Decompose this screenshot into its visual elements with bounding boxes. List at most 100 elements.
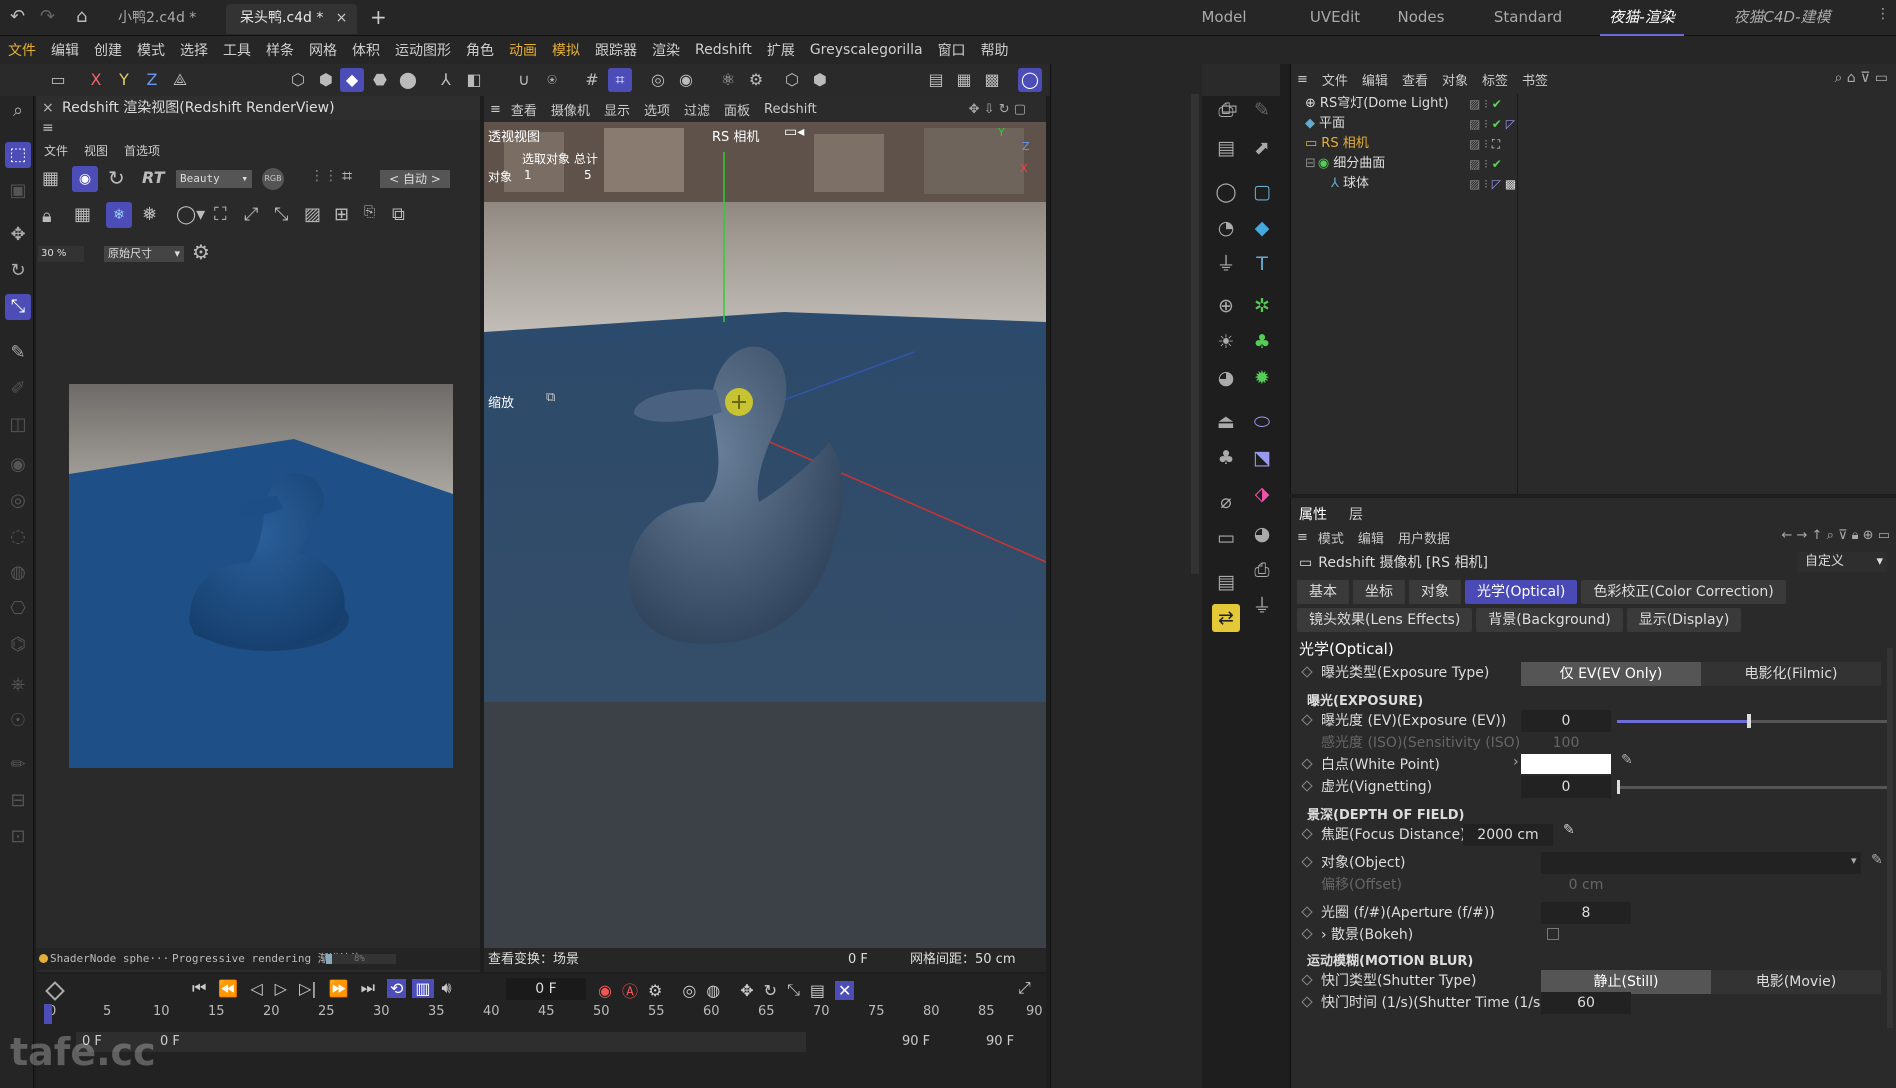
rotation-key-icon[interactable]: ◍ [706,981,720,1000]
coordinate-system-icon[interactable]: ⟁ [168,68,192,92]
om-menu-bookmarks[interactable]: 书签 [1522,70,1548,89]
search-icon[interactable]: ⌕ [5,98,31,124]
polygon-pen-icon[interactable]: ◫ [5,412,31,438]
vp-menu-redshift[interactable]: Redshift [764,102,817,117]
points-mode-icon[interactable]: ◆ [340,68,364,92]
vp-menu-filter[interactable]: 过滤 [684,100,710,119]
flags-row[interactable]: ▨ ⁝ ◸ ▩ [1469,174,1569,194]
copy-icon[interactable]: ⧉ [392,204,405,225]
animate-diamond-icon[interactable] [1301,714,1313,726]
close-icon[interactable]: × [336,4,348,32]
flags-row[interactable]: ▨ ⁝ ✔ ◸ [1469,114,1569,134]
redshift-ipr-icon[interactable]: ◯ [1018,68,1042,92]
brush-icon[interactable]: ✎ [5,340,31,366]
hamburger-icon[interactable]: ≡ [1297,72,1308,87]
om-menu-edit[interactable]: 编辑 [1362,70,1388,89]
workplane-icon[interactable]: ◎ [646,68,670,92]
uv-mode-icon[interactable]: ◧ [462,68,486,92]
layer-icon[interactable]: ⬢ [808,68,832,92]
fit-icon[interactable]: ⛶ [214,204,227,225]
menu-window[interactable]: 窗口 [938,40,966,60]
flags-row[interactable]: ▨ ⁝ ⛶ [1469,134,1569,154]
expand-icon[interactable]: ⤡ [274,204,288,225]
bend-icon[interactable]: ⬔ [1248,444,1276,472]
ptab-color-correction[interactable]: 色彩校正(Color Correction) [1581,580,1786,604]
layout-nodes[interactable]: Nodes [1380,0,1462,36]
redo-icon[interactable]: ↷ [40,6,55,27]
animate-diamond-icon[interactable] [1301,996,1313,1008]
rt-label[interactable]: RT [142,168,165,187]
expand-icon[interactable]: ⊟ [1305,156,1316,171]
grid-icon[interactable]: ⋮⋮ [310,168,338,184]
current-frame-field[interactable]: 0 F [506,978,586,1000]
bokeh-checkbox[interactable] [1547,928,1559,940]
floor-icon[interactable]: ⏏ [1212,408,1240,436]
symmetry-icon[interactable]: ⚛ [716,68,740,92]
animate-diamond-icon[interactable] [1301,928,1313,940]
smooth-icon[interactable]: ☉ [5,708,31,734]
square-icon[interactable]: ▢ [1248,178,1276,206]
vp-menu-camera[interactable]: 摄像机 [551,100,590,119]
scale-key-icon[interactable]: ⤡ [787,980,800,1000]
rs-camera-2-icon[interactable]: ⎙ [1248,556,1276,584]
lod-icon[interactable]: ⬡ [780,68,804,92]
animate-diamond-icon[interactable] [1301,906,1313,918]
hamburger-icon[interactable]: ≡ [42,120,54,136]
attach-icon[interactable]: ⌀ [1212,488,1240,516]
hierarchy-icon[interactable]: ♣ [1212,444,1240,472]
menu-help[interactable]: 帮助 [981,40,1009,60]
viewport-camera-name[interactable]: RS 相机 [712,126,759,145]
shutter-movie-option[interactable]: 电影(Movie) [1711,970,1881,994]
ptab-display[interactable]: 显示(Display) [1626,608,1742,632]
axis-z-lock-icon[interactable]: Z [140,68,164,92]
layout-standard[interactable]: Standard [1478,0,1578,36]
prev-frame-icon[interactable]: ◁ [250,979,262,998]
bridge-icon[interactable]: ◍ [5,560,31,586]
move-icon[interactable]: ✥ [5,222,31,248]
ev-field[interactable]: 0 [1521,710,1611,732]
menu-edit[interactable]: 编辑 [51,40,79,60]
more-icon[interactable]: ⋮ [1876,6,1890,22]
menu-select[interactable]: 选择 [180,40,208,60]
timeline-ruler[interactable]: 0 5 10 15 20 25 30 35 40 45 50 55 60 65 … [36,1004,1046,1024]
rv-menu-file[interactable]: 文件 [44,142,68,159]
axis-mode-icon[interactable]: ⅄ [434,68,458,92]
focus-distance-field[interactable]: 2000 cm [1463,824,1553,846]
attr-menu-edit[interactable]: 编辑 [1358,528,1384,547]
ptab-coords[interactable]: 坐标 [1353,580,1405,604]
tab-document-2[interactable]: 呆头鸭.c4d * × [226,4,358,34]
dof-object-link-field[interactable] [1541,852,1861,874]
param-key-icon[interactable]: ▤ [810,981,825,1000]
polygons-mode-icon[interactable]: ⬤ [396,68,420,92]
aov-dropdown[interactable]: Beauty ▾ [176,170,252,188]
image-icon[interactable]: ▨ [304,204,321,225]
rs-camera-icon[interactable]: ⎙ [1212,96,1240,124]
tiles-icon[interactable]: ▦ [74,204,91,225]
loop-icon[interactable]: ⟲ [386,978,407,998]
attr-nav-icons[interactable]: ← → ↑ ⌕ ⊽ 🔒︎ ⊕ ▭ [1782,528,1891,543]
hamburger-icon[interactable]: ≡ [490,102,501,117]
lasso-select-icon[interactable]: ▣ [5,178,31,204]
animate-diamond-icon[interactable] [1301,974,1313,986]
range-end2-field[interactable]: 90 F [986,1034,1014,1049]
axis-y-lock-icon[interactable]: Y [112,68,136,92]
axis-x-lock-icon[interactable]: X [84,68,108,92]
eyedropper-icon[interactable]: ✎ [1871,852,1883,868]
scale-icon[interactable]: ⤡ [5,294,31,320]
om-menu-file[interactable]: 文件 [1322,70,1348,89]
swap-icon[interactable]: ⇄ [1212,604,1240,632]
sculpt-icon[interactable]: ✏ [5,752,31,778]
panel-icon[interactable]: ▭ [46,68,70,92]
refresh-icon[interactable]: ↻ [108,166,125,190]
bounding-box-icon[interactable]: ⬈ [1248,134,1276,162]
inner-extrude-icon[interactable]: ◎ [5,488,31,514]
viewport-nav-icons[interactable]: ✥ ⇩ ↻ ▢ [969,102,1026,117]
eyedropper-icon[interactable]: ✎ [1563,822,1575,838]
vignetting-slider-handle[interactable] [1617,780,1620,794]
globe-icon[interactable]: ⊕ [1212,292,1240,320]
bevel-icon[interactable]: ◌ [5,524,31,550]
playhead[interactable] [44,1004,52,1024]
shutter-still-option[interactable]: 静止(Still) [1541,970,1711,994]
add-snapshot-icon[interactable]: ⊞ [334,204,349,225]
menu-spline[interactable]: 样条 [266,40,294,60]
